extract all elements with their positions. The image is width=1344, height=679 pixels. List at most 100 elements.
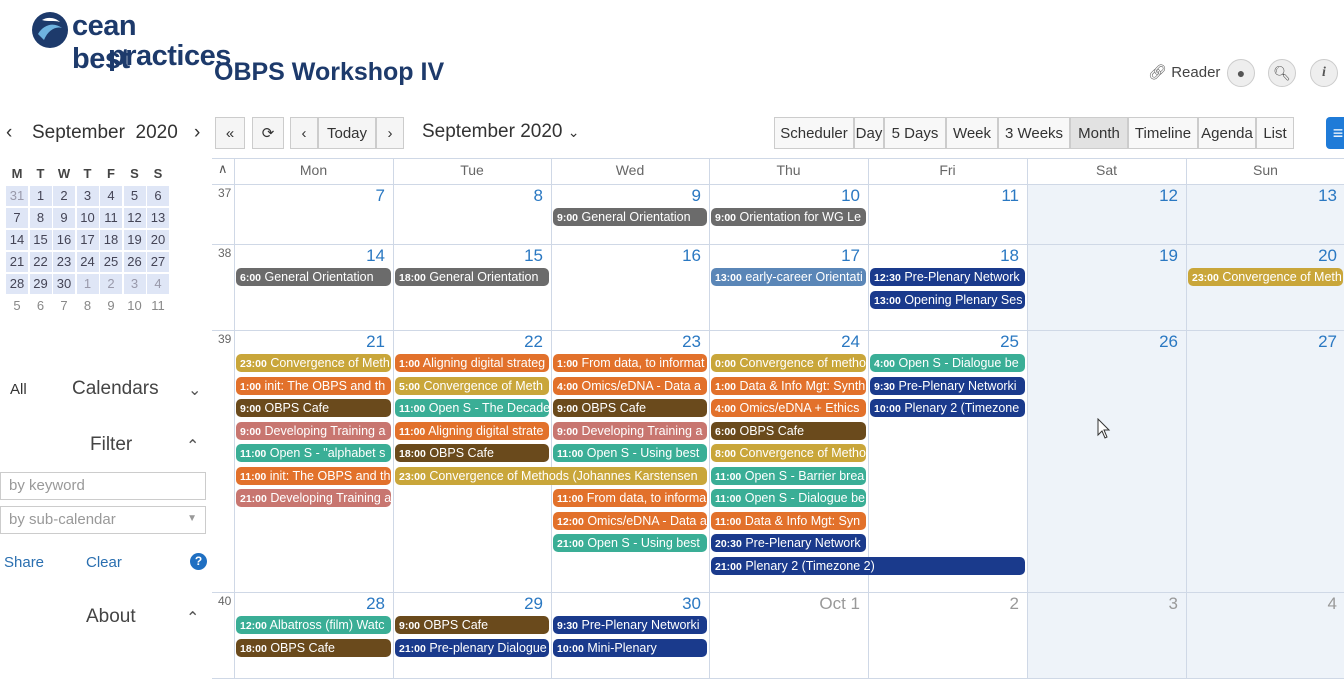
share-link[interactable]: Share — [4, 554, 44, 571]
day-number[interactable]: 12 — [1027, 186, 1178, 206]
chevron-up-icon[interactable]: ⌃ — [186, 436, 199, 456]
mini-day[interactable]: 19 — [123, 230, 146, 250]
calendar-event[interactable]: 11:00 Open S - The Decade — [395, 399, 549, 417]
day-number[interactable]: 23 — [551, 332, 701, 352]
calendar-event[interactable]: 9:30 Pre-Plenary Networki — [870, 376, 1025, 395]
mini-day[interactable]: 7 — [53, 296, 75, 316]
calendar-event[interactable]: 9:00 Orientation for WG Le — [711, 208, 866, 226]
first-page-button[interactable]: « — [215, 117, 245, 149]
mini-day[interactable]: 8 — [77, 296, 99, 316]
mini-day[interactable]: 27 — [147, 252, 169, 272]
calendar-event[interactable]: 1:00 init: The OBPS and th — [236, 376, 391, 395]
calendar-event[interactable]: 21:00 Plenary 2 (Timezone 2) — [711, 556, 1025, 575]
calendar-event[interactable]: 11:00 Open S - Barrier brea — [711, 466, 866, 485]
day-number[interactable]: 14 — [234, 246, 385, 266]
mini-day[interactable]: 1 — [76, 274, 99, 294]
mini-day[interactable]: 14 — [6, 230, 28, 250]
mini-day[interactable]: 15 — [29, 230, 52, 250]
calendar-event[interactable]: 20:30 Pre-Plenary Network — [711, 534, 866, 552]
mini-day[interactable]: 30 — [53, 274, 75, 294]
calendar-event[interactable]: 23:00 Convergence of Meth — [236, 354, 391, 372]
mini-next-month-icon[interactable]: › — [194, 122, 200, 144]
calendar-event[interactable]: 11:00 Open S - "alphabet s — [236, 444, 391, 462]
calendar-event[interactable]: 11:00 Aligning digital strate — [395, 421, 549, 440]
filter-heading[interactable]: Filter — [90, 434, 132, 456]
calendar-event[interactable]: 23:00 Convergence of Meth — [1188, 268, 1343, 286]
mini-day[interactable]: 11 — [100, 208, 122, 228]
mini-day[interactable]: 23 — [53, 252, 75, 272]
prev-button[interactable]: ‹ — [290, 117, 318, 149]
day-number[interactable]: 10 — [709, 186, 860, 206]
mini-day[interactable]: 9 — [53, 208, 75, 228]
day-number[interactable]: 17 — [709, 246, 860, 266]
calendar-event[interactable]: 11:00 Data & Info Mgt: Syn — [711, 511, 866, 530]
calendar-event[interactable]: 9:30 Pre-Plenary Networki — [553, 616, 707, 634]
calendar-event[interactable]: 23:00 Convergence of Methods (Johannes K… — [395, 466, 707, 485]
mini-day[interactable]: 24 — [76, 252, 99, 272]
all-calendars-toggle[interactable]: All — [10, 381, 27, 398]
view-timeline-button[interactable]: Timeline — [1128, 117, 1198, 149]
calendar-event[interactable]: 6:00 General Orientation — [236, 268, 391, 286]
calendar-event[interactable]: 10:00 Plenary 2 (Timezone — [870, 399, 1025, 417]
chevron-up-icon[interactable]: ⌃ — [186, 608, 199, 628]
mini-day[interactable]: 11 — [147, 296, 169, 316]
day-number[interactable]: 16 — [551, 246, 701, 266]
mini-day[interactable]: 26 — [123, 252, 146, 272]
calendar-event[interactable]: 13:00 early-career Orientati — [711, 268, 866, 286]
mini-day[interactable]: 22 — [29, 252, 52, 272]
day-number[interactable]: 7 — [234, 186, 385, 206]
calendar-event[interactable]: 13:00 Opening Plenary Ses — [870, 290, 1025, 309]
calendar-event[interactable]: 4:00 Omics/eDNA + Ethics — [711, 399, 866, 417]
calendar-event[interactable]: 18:00 OBPS Cafe — [395, 444, 549, 462]
mini-day[interactable]: 8 — [29, 208, 52, 228]
clear-link[interactable]: Clear — [86, 554, 122, 571]
info-button[interactable]: i — [1310, 59, 1338, 87]
day-number[interactable]: 29 — [393, 594, 543, 614]
mini-day[interactable]: 12 — [123, 208, 146, 228]
calendar-event[interactable]: 8:00 Convergence of Metho — [711, 444, 866, 462]
mini-day[interactable]: 20 — [147, 230, 169, 250]
mini-day[interactable]: 28 — [6, 274, 28, 294]
next-button[interactable]: › — [376, 117, 404, 149]
day-number[interactable]: 2 — [868, 594, 1019, 614]
day-number[interactable]: 18 — [868, 246, 1019, 266]
day-number[interactable]: 4 — [1186, 594, 1337, 614]
calendar-event[interactable]: 21:00 Pre-plenary Dialogue — [395, 638, 549, 657]
mini-day[interactable]: 10 — [76, 208, 99, 228]
mini-day[interactable]: 5 — [6, 296, 28, 316]
mini-day[interactable]: 6 — [30, 296, 52, 316]
calendar-event[interactable]: 0:00 Convergence of metho — [711, 354, 866, 372]
day-number[interactable]: 13 — [1186, 186, 1337, 206]
mini-day[interactable]: 31 — [6, 186, 28, 206]
day-number[interactable]: 24 — [709, 332, 860, 352]
calendar-event[interactable]: 9:00 OBPS Cafe — [553, 399, 707, 417]
calendar-event[interactable]: 12:30 Pre-Plenary Network — [870, 268, 1025, 286]
view-month-button[interactable]: Month — [1070, 117, 1128, 149]
calendar-event[interactable]: 11:00 Open S - Dialogue be — [711, 489, 866, 507]
day-number[interactable]: 30 — [551, 594, 701, 614]
calendar-event[interactable]: 12:00 Albatross (film) Watc — [236, 616, 391, 634]
search-button[interactable]: 🔍︎ — [1268, 59, 1296, 87]
reader-link[interactable]: 🔗︎ Reader — [1148, 63, 1220, 81]
help-icon[interactable]: ? — [190, 553, 207, 570]
day-number[interactable]: 21 — [234, 332, 385, 352]
calendar-event[interactable]: 1:00 Data & Info Mgt: Synth — [711, 376, 866, 395]
day-number[interactable]: 15 — [393, 246, 543, 266]
mini-day[interactable]: 29 — [29, 274, 52, 294]
keyword-filter-input[interactable]: by keyword — [0, 472, 206, 500]
mini-day[interactable]: 2 — [100, 274, 122, 294]
calendar-event[interactable]: 4:00 Omics/eDNA - Data a — [553, 376, 707, 395]
view-scheduler-button[interactable]: Scheduler — [774, 117, 854, 149]
day-number[interactable]: Oct 1 — [709, 594, 860, 614]
user-button[interactable]: ● — [1227, 59, 1255, 87]
mini-day[interactable]: 13 — [147, 208, 169, 228]
day-number[interactable]: 11 — [868, 186, 1019, 206]
mini-day[interactable]: 6 — [147, 186, 169, 206]
logo[interactable]: cean best practices — [30, 8, 231, 78]
calendar-event[interactable]: 11:00 Open S - Using best — [553, 444, 707, 462]
calendar-event[interactable]: 1:00 Aligning digital strateg — [395, 354, 549, 372]
mini-day[interactable]: 4 — [100, 186, 122, 206]
view-5-days-button[interactable]: 5 Days — [884, 117, 946, 149]
mini-prev-month-icon[interactable]: ‹ — [6, 122, 12, 144]
calendar-event[interactable]: 9:00 OBPS Cafe — [236, 399, 391, 417]
